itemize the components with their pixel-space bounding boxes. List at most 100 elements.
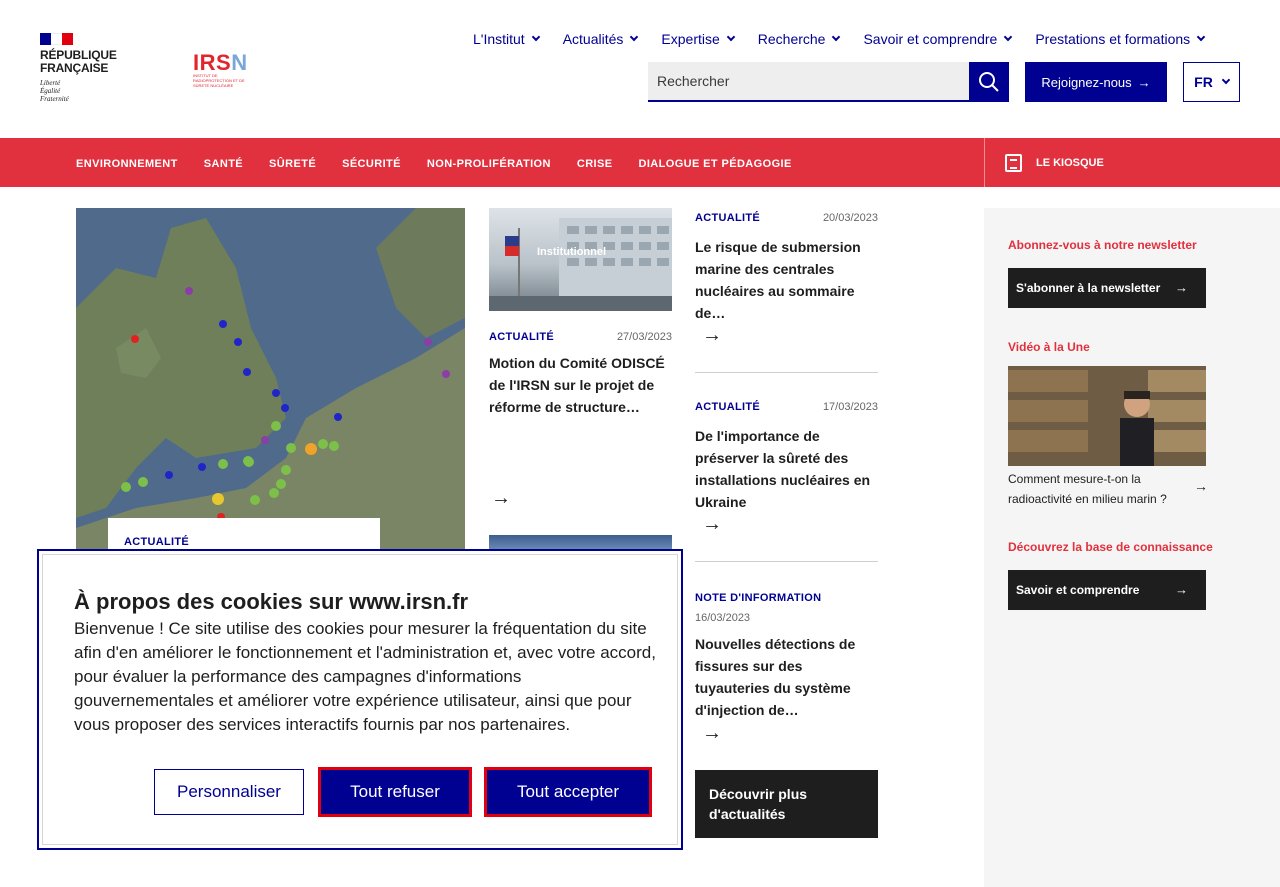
news-card-title: Nouvelles détections de fissures sur des…: [695, 636, 856, 718]
newsletter-subscribe-button[interactable]: S'abonner à la newsletter →: [1008, 268, 1206, 308]
knowledge-base-button[interactable]: Savoir et comprendre →: [1008, 570, 1206, 610]
cookie-consent-dialog: À propos des cookies sur www.irsn.fr Bie…: [37, 549, 683, 850]
site-header: RÉPUBLIQUE FRANÇAISE Liberté Égalité Fra…: [0, 0, 1280, 138]
arrow-right-icon[interactable]: →: [702, 723, 722, 743]
news-card-kicker: ACTUALITÉ: [489, 331, 555, 343]
arrow-right-icon[interactable]: →: [1194, 478, 1208, 494]
arrow-right-icon: →: [1175, 280, 1188, 295]
republique-francaise-logo[interactable]: RÉPUBLIQUE FRANÇAISE Liberté Égalité Fra…: [40, 33, 120, 103]
theme-dialogue[interactable]: DIALOGUE ET PÉDAGOGIE: [638, 158, 791, 170]
chevron-down-icon: [1221, 75, 1231, 85]
news-divider: [695, 372, 878, 373]
news-thumbnail-institutionnel[interactable]: Institutionnel: [489, 208, 672, 311]
arrow-right-icon[interactable]: →: [702, 514, 722, 534]
refuse-all-button[interactable]: Tout refuser: [318, 767, 472, 817]
video-caption[interactable]: Comment mesure-t-on la radioactivité en …: [1008, 469, 1178, 509]
news-card-2[interactable]: ACTUALITÉ 20/03/2023 Le risque de submer…: [695, 212, 878, 324]
chevron-down-icon: [531, 32, 540, 42]
video-still: [1008, 366, 1206, 466]
knowledge-base-heading: Découvrez la base de connaissance: [1008, 540, 1213, 554]
join-us-label: Rejoignez-nous: [1041, 74, 1132, 90]
europe-map-image: [76, 208, 465, 558]
arrow-right-icon: →: [1137, 74, 1151, 90]
search-button[interactable]: [969, 62, 1009, 102]
tricolor-flag-icon: [40, 33, 73, 45]
nav-item-recherche[interactable]: Recherche: [757, 31, 841, 47]
kiosk-link[interactable]: LE KIOSQUE: [984, 138, 1280, 187]
theme-crise[interactable]: CRISE: [577, 158, 613, 170]
video-heading: Vidéo à la Une: [1008, 340, 1090, 354]
devise: Liberté Égalité Fraternité: [40, 79, 120, 103]
news-card-date: 27/03/2023: [616, 331, 672, 343]
building-photo: [489, 218, 672, 311]
main-navigation: L'Institut Actualités Expertise Recherch…: [473, 31, 1206, 47]
knowledge-base-button-label: Savoir et comprendre: [1016, 583, 1140, 597]
nav-label: Recherche: [757, 31, 826, 47]
chevron-down-icon: [726, 32, 736, 42]
irsn-logo[interactable]: IRSN INSTITUT DE RADIOPROTECTION ET DE S…: [193, 50, 257, 89]
featured-video-thumbnail[interactable]: [1008, 366, 1206, 466]
nav-label: Savoir et comprendre: [863, 31, 998, 47]
customize-cookies-button[interactable]: Personnaliser: [154, 769, 304, 815]
nav-item-institut[interactable]: L'Institut: [473, 31, 540, 47]
theme-sante[interactable]: SANTÉ: [204, 158, 243, 170]
news-card-date: 17/03/2023: [822, 401, 878, 413]
news-card-date: 20/03/2023: [822, 212, 878, 224]
theme-environnement[interactable]: ENVIRONNEMENT: [76, 158, 178, 170]
chevron-down-icon: [630, 32, 639, 42]
nav-label: Expertise: [661, 31, 720, 47]
page: RÉPUBLIQUE FRANÇAISE Liberté Égalité Fra…: [0, 0, 1280, 887]
arrow-right-icon[interactable]: →: [702, 325, 722, 345]
theme-securite[interactable]: SÉCURITÉ: [342, 158, 401, 170]
kiosk-label: LE KIOSQUE: [1036, 156, 1104, 169]
cookie-text: Bienvenue ! Ce site utilise des cookies …: [74, 619, 656, 734]
join-us-button[interactable]: Rejoignez-nous →: [1025, 62, 1167, 102]
chevron-down-icon: [832, 32, 841, 42]
search-icon: [979, 72, 999, 92]
nav-label: L'Institut: [473, 31, 525, 47]
news-divider: [695, 561, 878, 562]
theme-non-proliferation[interactable]: NON-PROLIFÉRATION: [427, 158, 551, 170]
theme-nav: ENVIRONNEMENT SANTÉ SÛRETÉ SÉCURITÉ NON-…: [76, 158, 818, 170]
search-input[interactable]: Rechercher: [648, 62, 969, 102]
news-card-kicker: ACTUALITÉ: [695, 401, 761, 413]
chevron-down-icon: [1196, 32, 1206, 42]
irsn-logo-subtitle: INSTITUT DE RADIOPROTECTION ET DE SÛRETÉ…: [193, 73, 245, 88]
nav-label: Actualités: [562, 31, 624, 47]
featured-map-image[interactable]: [76, 208, 465, 558]
news-card-title: De l'importance de préserver la sûreté d…: [695, 428, 871, 510]
chevron-down-icon: [1004, 32, 1013, 42]
news-card-title: Motion du Comité ODISCÉ de l'IRSN sur le…: [489, 355, 665, 415]
republique-label: RÉPUBLIQUE FRANÇAISE: [40, 49, 120, 75]
irsn-logo-word: IRSN: [193, 50, 248, 75]
nav-item-prestations[interactable]: Prestations et formations: [1035, 31, 1206, 47]
theme-bar: ENVIRONNEMENT SANTÉ SÛRETÉ SÉCURITÉ NON-…: [0, 138, 1280, 187]
more-news-button[interactable]: Découvrir plus d'actualités: [695, 770, 878, 838]
language-label: FR: [1194, 74, 1213, 90]
nav-item-expertise[interactable]: Expertise: [661, 31, 736, 47]
news-card-kicker: NOTE D'INFORMATION: [695, 592, 822, 604]
news-card-3[interactable]: ACTUALITÉ 17/03/2023 De l'importance de …: [695, 401, 878, 513]
devise-fraternite: Fraternité: [40, 95, 69, 103]
news-card-4[interactable]: NOTE D'INFORMATION 16/03/2023 Nouvelles …: [695, 592, 878, 721]
devise-liberte: Liberté: [40, 79, 61, 87]
news-card-1[interactable]: ACTUALITÉ 27/03/2023 Motion du Comité OD…: [489, 331, 672, 418]
map-card-kicker: ACTUALITÉ: [124, 536, 190, 548]
republique-line2: FRANÇAISE: [40, 61, 109, 75]
theme-surete[interactable]: SÛRETÉ: [269, 158, 316, 170]
arrow-right-icon: →: [1175, 582, 1188, 597]
nav-item-actualites[interactable]: Actualités: [562, 31, 639, 47]
nav-label: Prestations et formations: [1035, 31, 1191, 47]
nav-item-savoir[interactable]: Savoir et comprendre: [863, 31, 1013, 47]
thumbnail-label: Institutionnel: [537, 246, 607, 258]
news-card-date: 16/03/2023: [695, 612, 751, 624]
accept-all-button[interactable]: Tout accepter: [484, 767, 652, 817]
language-selector[interactable]: FR: [1183, 62, 1240, 102]
cookie-title: À propos des cookies sur www.irsn.fr: [74, 589, 469, 614]
devise-egalite: Égalité: [40, 87, 61, 95]
newsletter-button-label: S'abonner à la newsletter: [1016, 281, 1161, 295]
newsletter-heading: Abonnez-vous à notre newsletter: [1008, 238, 1197, 252]
arrow-right-icon[interactable]: →: [491, 488, 511, 508]
news-card-kicker: ACTUALITÉ: [695, 212, 761, 224]
newspaper-icon: [1005, 153, 1022, 172]
